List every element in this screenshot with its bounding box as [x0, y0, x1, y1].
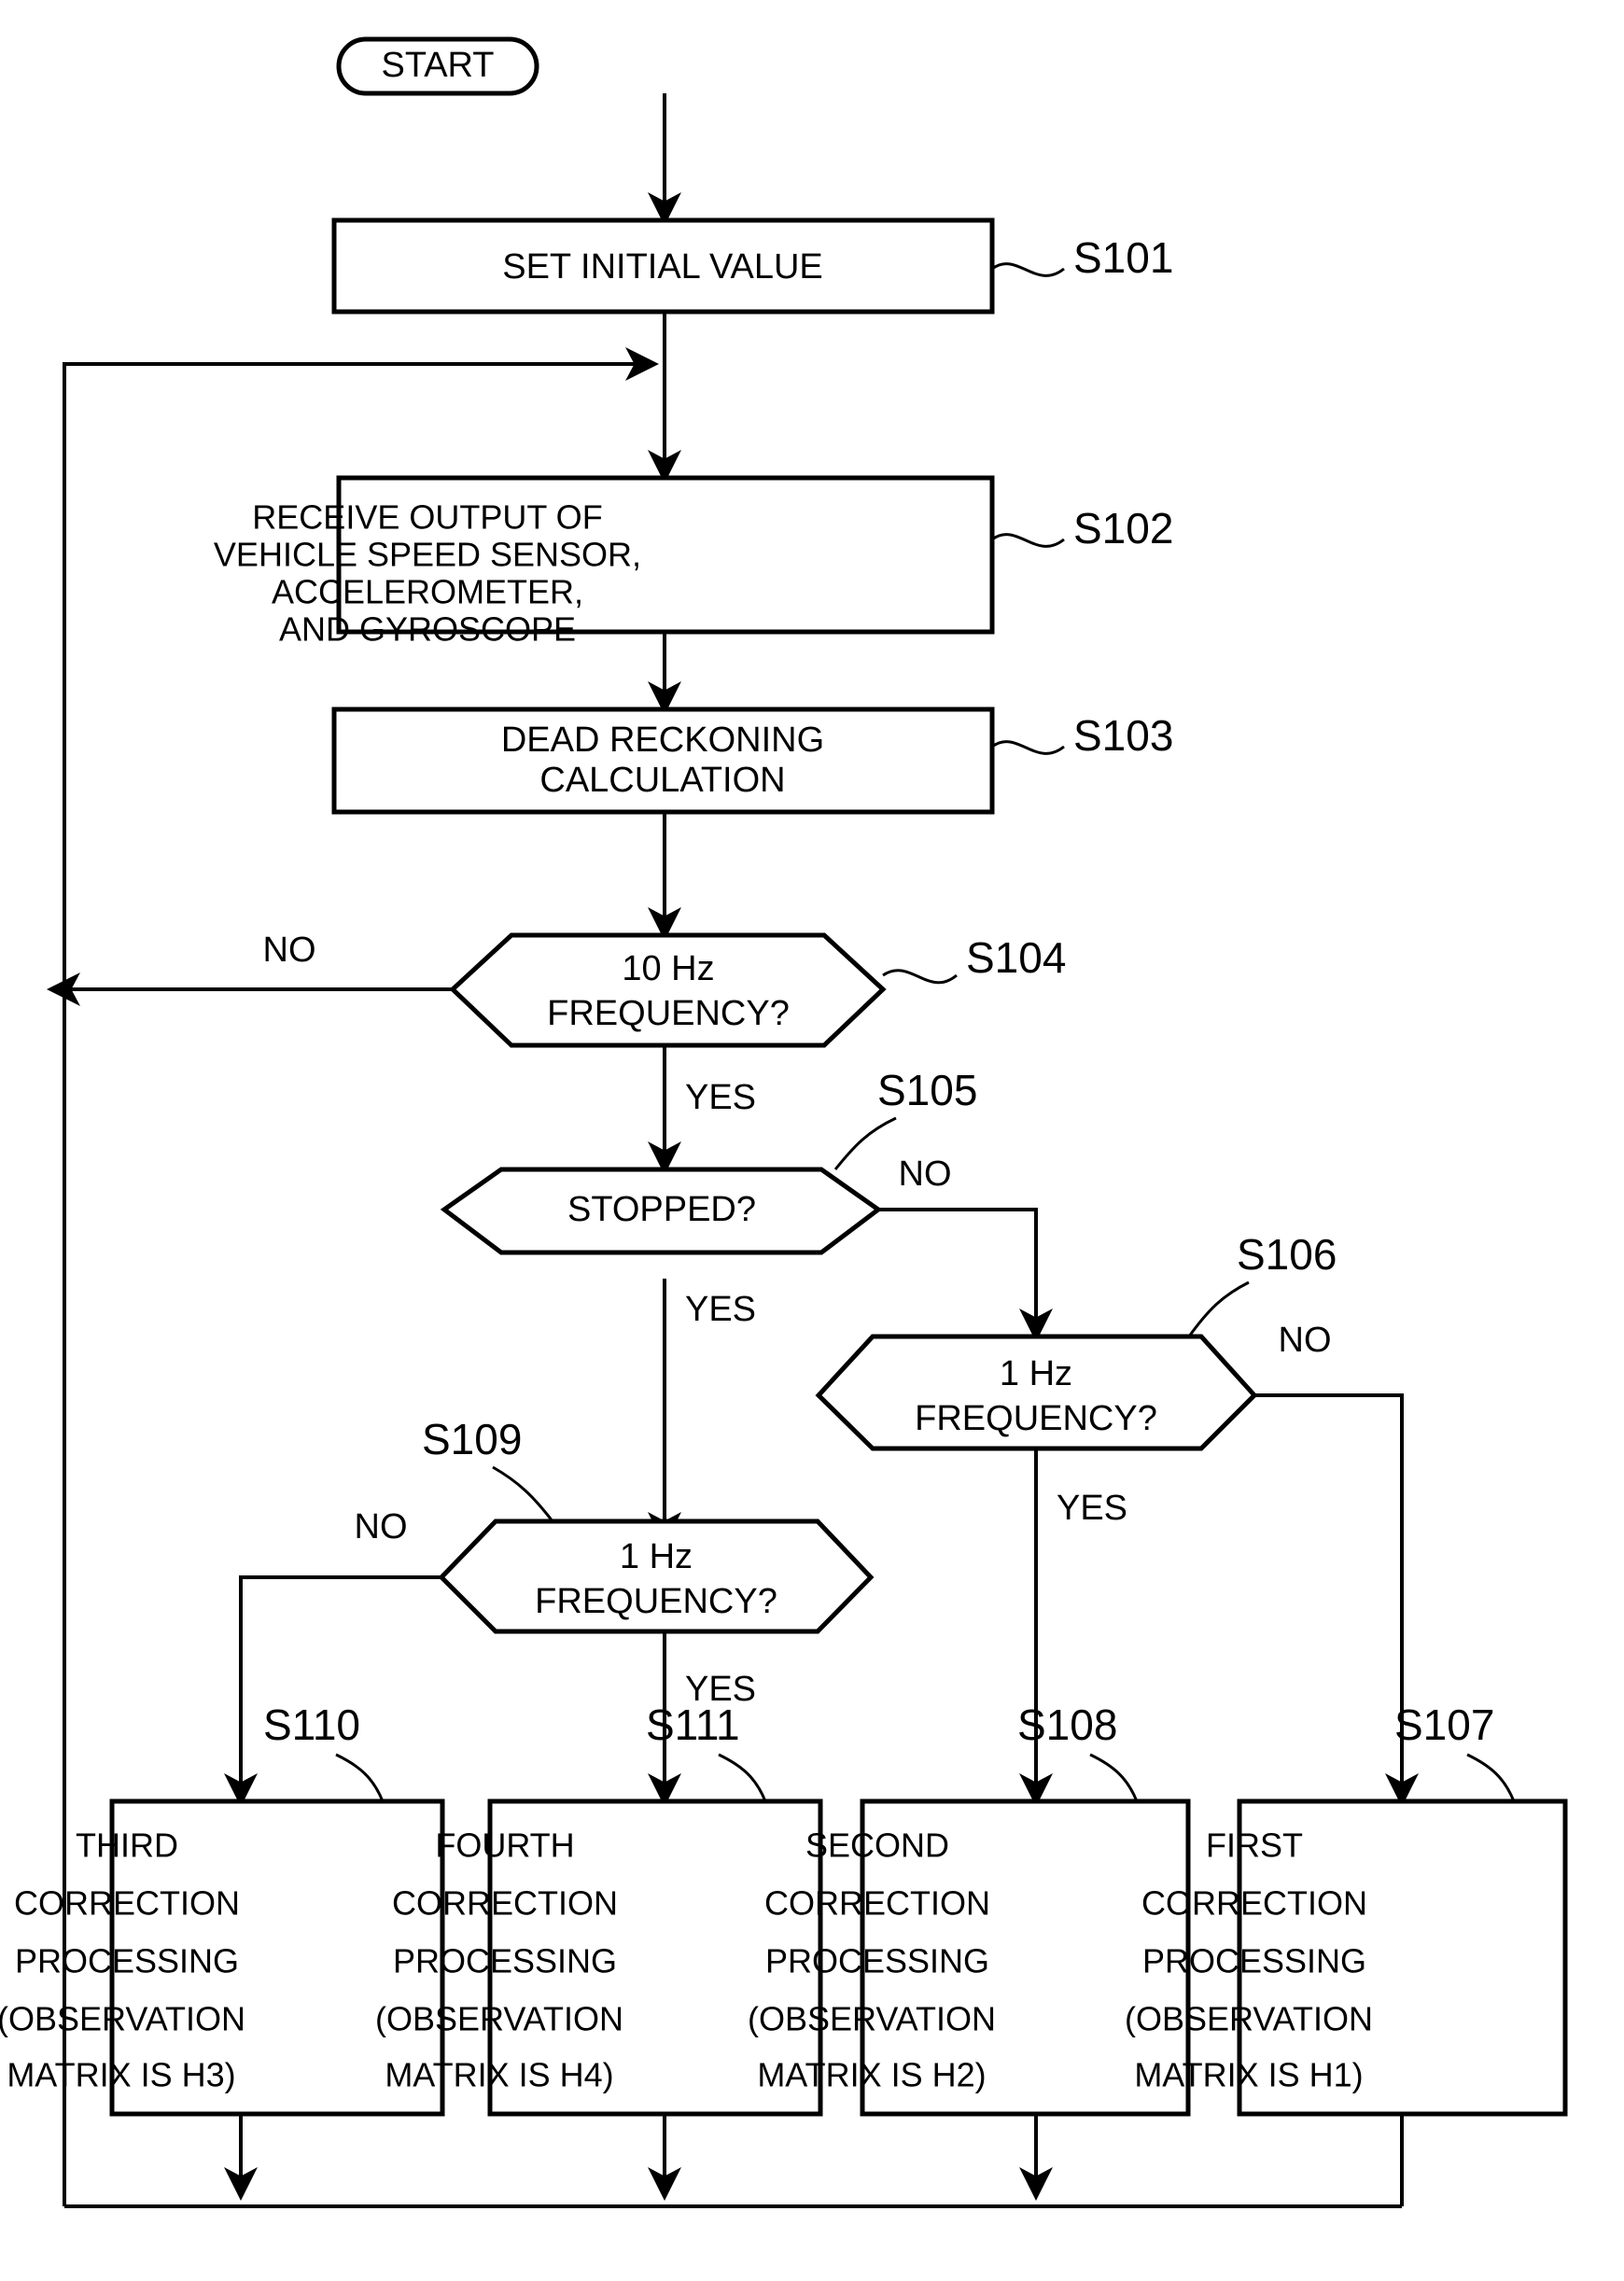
s108-label-line5: MATRIX IS H2): [757, 2056, 986, 2094]
node-s110[interactable]: THIRD CORRECTION PROCESSING (OBSERVATION…: [0, 1798, 445, 2117]
s103-label-line2: CALCULATION: [539, 761, 785, 800]
s108-label-line4: (OBSERVATION: [748, 2000, 996, 2038]
s110-leader-line: [335, 1753, 385, 1802]
s109-no-label: NO: [355, 1507, 408, 1546]
s106-label-line2: FREQUENCY?: [915, 1399, 1157, 1438]
s105-no-label: NO: [899, 1154, 952, 1194]
node-s103[interactable]: DEAD RECKONING CALCULATION: [331, 707, 995, 815]
s108-label-line1: SECOND: [805, 1826, 949, 1865]
s102-label-line4: AND GYROSCOPE: [279, 610, 576, 649]
s111-label-line1: FOURTH: [435, 1826, 574, 1865]
s111-leader-line: [718, 1753, 767, 1802]
s102-label-line2: VEHICLE SPEED SENSOR,: [214, 536, 641, 574]
s107-label-line5: MATRIX IS H1): [1134, 2056, 1363, 2094]
s104-leader-line: [882, 969, 958, 985]
s110-label-line1: THIRD: [76, 1826, 178, 1865]
s110-label-line5: MATRIX IS H3): [7, 2056, 235, 2094]
s101-label-line1: SET INITIAL VALUE: [502, 247, 823, 287]
s103-leader-line: [991, 740, 1065, 755]
s104-no-label: NO: [263, 931, 316, 970]
s106-step-id: S106: [1237, 1230, 1337, 1279]
s108-leader-line: [1089, 1753, 1139, 1802]
s106-leader-line: [1187, 1280, 1250, 1337]
s109-leader-line: [492, 1465, 554, 1522]
s105-label-line1: STOPPED?: [567, 1190, 756, 1229]
node-s107[interactable]: FIRST CORRECTION PROCESSING (OBSERVATION…: [1125, 1798, 1568, 2117]
node-s102[interactable]: RECEIVE OUTPUT OF VEHICLE SPEED SENSOR, …: [214, 475, 995, 649]
node-s111[interactable]: FOURTH CORRECTION PROCESSING (OBSERVATIO…: [375, 1798, 823, 2117]
s104-label-line1: 10 Hz: [622, 949, 714, 988]
s104-step-id: S104: [966, 933, 1066, 982]
node-s104[interactable]: 10 Hz FREQUENCY?: [449, 932, 887, 1048]
s111-label-line4: (OBSERVATION: [375, 2000, 623, 2038]
s106-no-label: NO: [1279, 1321, 1332, 1360]
s107-label-line4: (OBSERVATION: [1125, 2000, 1373, 2038]
s103-step-id: S103: [1073, 711, 1173, 760]
node-s108[interactable]: SECOND CORRECTION PROCESSING (OBSERVATIO…: [748, 1798, 1191, 2117]
s107-step-id: S107: [1394, 1700, 1494, 1749]
node-s101[interactable]: SET INITIAL VALUE: [331, 217, 995, 315]
s101-leader-line: [991, 262, 1065, 277]
s107-label-line2: CORRECTION: [1141, 1884, 1367, 1923]
s101-step-id: S101: [1073, 233, 1173, 282]
s110-label-line2: CORRECTION: [14, 1884, 240, 1923]
s111-label-line3: PROCESSING: [393, 1942, 617, 1980]
s111-label-line2: CORRECTION: [392, 1884, 618, 1923]
s108-step-id: S108: [1017, 1700, 1117, 1749]
s105-step-id: S105: [877, 1066, 977, 1114]
s105-leader-line: [833, 1116, 897, 1170]
s109-step-id: S109: [422, 1415, 522, 1463]
s110-step-id: S110: [263, 1700, 360, 1749]
s110-label-line4: (OBSERVATION: [0, 2000, 245, 2038]
s109-label-line2: FREQUENCY?: [535, 1582, 777, 1621]
s102-step-id: S102: [1073, 504, 1173, 553]
s104-yes-label: YES: [685, 1078, 756, 1117]
s111-step-id: S111: [646, 1700, 740, 1749]
flowchart-canvas: START SET INITIAL VALUE S101 RECEIVE OUT…: [0, 0, 1624, 2281]
s111-label-line5: MATRIX IS H4): [385, 2056, 613, 2094]
s107-leader-line: [1466, 1753, 1516, 1802]
s103-label-line1: DEAD RECKONING: [501, 721, 824, 760]
node-s109[interactable]: 1 Hz FREQUENCY?: [438, 1518, 875, 1634]
edge-s109-no-to-s110: [224, 1575, 441, 1807]
s102-label-line3: ACCELEROMETER,: [272, 573, 583, 611]
s102-label-line1: RECEIVE OUTPUT OF: [252, 498, 602, 537]
s106-label-line1: 1 Hz: [1000, 1354, 1072, 1393]
s107-label-line1: FIRST: [1206, 1826, 1303, 1865]
s108-label-line3: PROCESSING: [765, 1942, 989, 1980]
s109-label-line1: 1 Hz: [620, 1537, 693, 1576]
s104-label-line2: FREQUENCY?: [547, 994, 790, 1033]
s108-label-line2: CORRECTION: [764, 1884, 990, 1923]
start-label: START: [381, 46, 494, 85]
s105-yes-label: YES: [685, 1290, 756, 1329]
s107-label-line3: PROCESSING: [1142, 1942, 1366, 1980]
s102-leader-line: [991, 533, 1065, 548]
node-s106[interactable]: 1 Hz FREQUENCY?: [815, 1334, 1258, 1451]
node-s105[interactable]: STOPPED?: [440, 1167, 883, 1255]
s106-yes-label: YES: [1057, 1489, 1127, 1528]
s110-label-line3: PROCESSING: [15, 1942, 239, 1980]
node-start[interactable]: START: [336, 36, 539, 96]
edge-s105-no-to-s106: [878, 1208, 1053, 1342]
edge-s106-no-to-s107: [1254, 1393, 1419, 1807]
